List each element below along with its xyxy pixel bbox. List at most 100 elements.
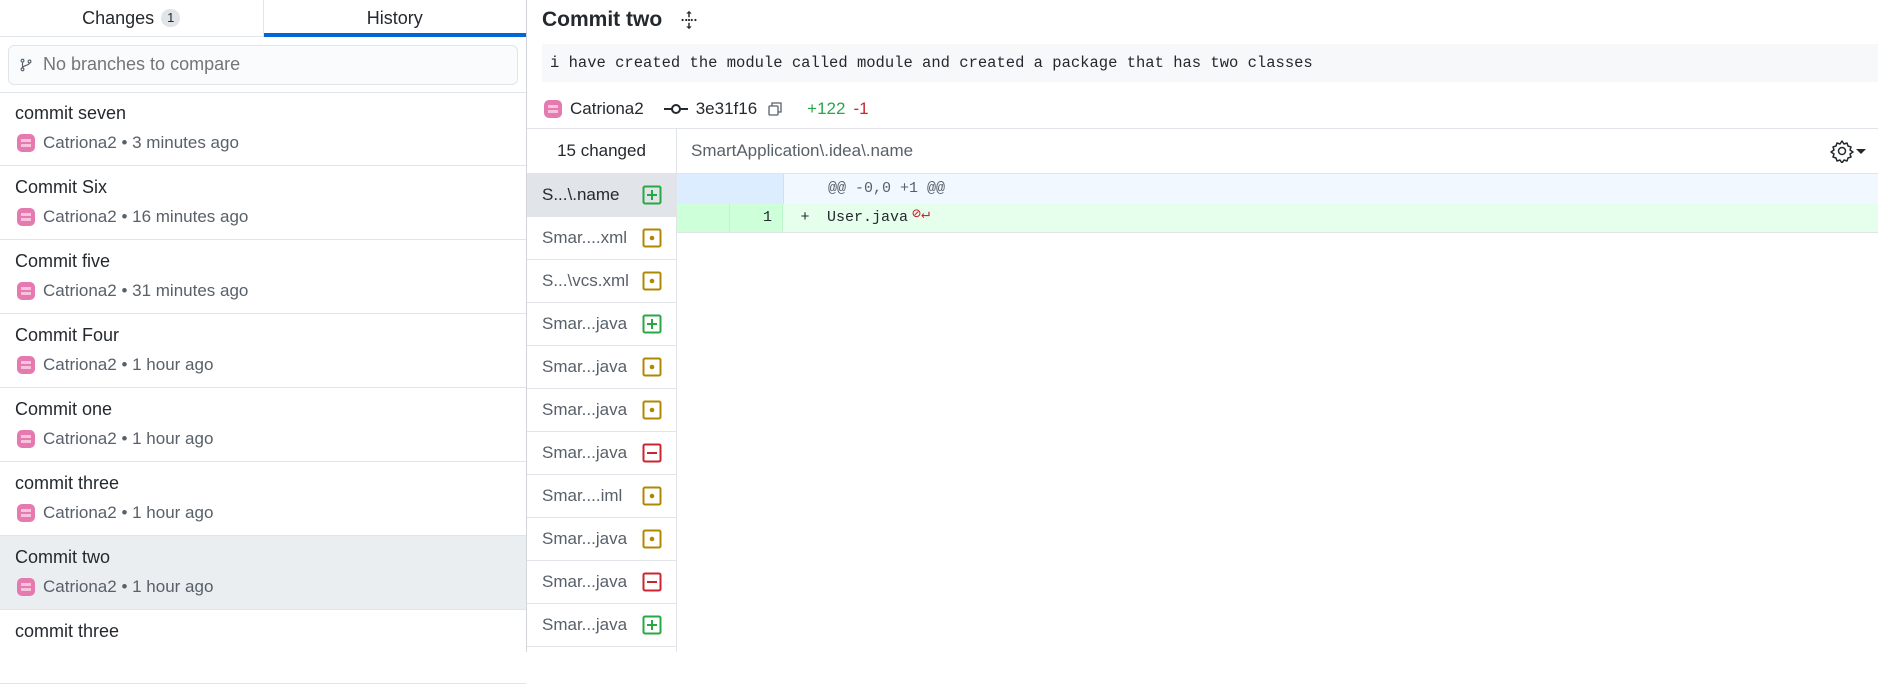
author-avatar: [17, 578, 35, 596]
file-deleted-icon: [642, 443, 662, 463]
changed-file-item[interactable]: Smar....xml: [527, 217, 676, 260]
author-avatar: [17, 208, 35, 226]
commit-list-item[interactable]: commit three Catriona2 • 1 hour ago: [0, 462, 526, 536]
expand-arrows-icon[interactable]: [678, 9, 700, 31]
deletions-count: -1: [853, 99, 869, 118]
commit-list-time: 1 hour ago: [132, 355, 214, 374]
separator-dot: •: [116, 281, 133, 300]
author-avatar: [17, 356, 35, 374]
commit-list-meta: Catriona2 • 1 hour ago: [15, 576, 511, 598]
commit-list-meta: Catriona2 • 1 hour ago: [15, 354, 511, 376]
tab-changes[interactable]: Changes 1: [0, 0, 264, 36]
changed-file-item[interactable]: Smar...java: [527, 432, 676, 475]
file-added-icon: [642, 185, 662, 205]
diff-hunk-header: @@ -0,0 +1 @@: [677, 174, 1878, 204]
diff-settings-button[interactable]: [1830, 139, 1868, 163]
separator-dot: •: [116, 133, 133, 152]
diff-line-prefix: +: [800, 209, 810, 226]
file-modified-icon: [642, 400, 662, 420]
changed-file-name: Smar...java: [542, 443, 628, 462]
commit-list-title: Commit Four: [15, 325, 120, 345]
commit-list-author: Catriona2: [43, 207, 117, 226]
commit-list-time: 16 minutes ago: [132, 207, 249, 226]
file-deleted-icon: [642, 572, 662, 592]
tab-history-label: History: [366, 7, 423, 28]
commit-list-author: Catriona2: [43, 281, 117, 300]
file-modified-icon: [642, 529, 662, 549]
file-modified-icon: [642, 357, 662, 377]
commit-list-item[interactable]: commit three: [0, 610, 526, 684]
commit-list-title: commit three: [15, 621, 120, 641]
changed-file-item[interactable]: S...\vcs.xml: [527, 260, 676, 303]
commit-list-author: Catriona2: [43, 577, 117, 596]
changed-file-item[interactable]: S...\.name: [527, 174, 676, 217]
separator-dot: •: [116, 207, 133, 226]
commit-list-meta: Catriona2 • 1 hour ago: [15, 502, 511, 524]
changed-file-name: Smar....xml: [542, 228, 628, 247]
diff-header: SmartApplication\.idea\.name: [677, 129, 1878, 174]
diff-view: SmartApplication\.idea\.name @@ -0,0 +1 …: [677, 129, 1878, 652]
separator-dot: •: [116, 355, 133, 374]
commit-list-item[interactable]: Commit five Catriona2 • 31 minutes ago: [0, 240, 526, 314]
commit-list-time: 1 hour ago: [132, 503, 214, 522]
commit-author: Catriona2: [570, 99, 644, 118]
copy-icon[interactable]: [767, 101, 783, 117]
author-avatar: [17, 504, 35, 522]
git-commit-icon: [663, 104, 688, 114]
old-line-number: [677, 204, 730, 232]
changed-file-name: S...\.name: [542, 185, 620, 204]
file-modified-icon: [642, 271, 662, 291]
separator-dot: •: [116, 503, 133, 522]
commit-list-time: 1 hour ago: [132, 577, 214, 596]
commit-list-title: commit three: [15, 473, 120, 493]
changed-file-item[interactable]: Smar...java: [527, 346, 676, 389]
changed-file-name: Smar...java: [542, 357, 628, 376]
commit-list-item[interactable]: Commit one Catriona2 • 1 hour ago: [0, 388, 526, 462]
diff-line-text: User.java: [827, 209, 909, 226]
changed-file-item[interactable]: Smar...java: [527, 604, 676, 647]
tab-history[interactable]: History: [263, 0, 527, 37]
changed-file-item[interactable]: Smar....iml: [527, 475, 676, 518]
diff-file-path: SmartApplication\.idea\.name: [691, 141, 914, 160]
commit-sha: 3e31f16: [695, 99, 758, 118]
changed-file-item[interactable]: Smar...java: [527, 561, 676, 604]
changed-file-name: S...\vcs.xml: [542, 271, 629, 290]
no-newline-icon: ⊘↵: [912, 206, 931, 223]
changed-files-count: 15 changed: [527, 129, 676, 174]
changed-file-item[interactable]: Smar...java: [527, 389, 676, 432]
file-modified-icon: [642, 228, 662, 248]
commit-list-item[interactable]: commit seven Catriona2 • 3 minutes ago: [0, 92, 526, 166]
commit-list-author: Catriona2: [43, 429, 117, 448]
commit-list-author: Catriona2: [43, 503, 117, 522]
author-avatar: [17, 134, 35, 152]
file-added-icon: [642, 314, 662, 334]
commit-list-item[interactable]: Commit Four Catriona2 • 1 hour ago: [0, 314, 526, 388]
commit-detail-pane: Commit two i have created the module cal…: [527, 0, 1878, 652]
commit-info-row: Catriona2 3e31f16 +122 -1: [542, 96, 869, 122]
changed-file-name: Smar...java: [542, 400, 628, 419]
commit-list-title: Commit five: [15, 251, 111, 271]
commit-list-time: 3 minutes ago: [132, 133, 239, 152]
file-rows: S...\.name Smar....xml S...\vcs.xml Smar...…: [527, 174, 676, 647]
compare-branch-input[interactable]: [41, 53, 465, 76]
file-added-icon: [642, 615, 662, 635]
compare-branch-field[interactable]: [8, 44, 518, 85]
commit-list-item[interactable]: Commit two Catriona2 • 1 hour ago: [0, 536, 526, 610]
commit-list-item[interactable]: Commit Six Catriona2 • 16 minutes ago: [0, 166, 526, 240]
history-sidebar: Changes 1 History commit seven Catriona2 …: [0, 0, 527, 684]
author-avatar: [544, 100, 562, 118]
commit-list-meta: Catriona2 • 3 minutes ago: [15, 132, 511, 154]
commit-list-meta: Catriona2 • 16 minutes ago: [15, 206, 511, 228]
changed-file-item[interactable]: Smar...java: [527, 303, 676, 346]
changed-file-item[interactable]: Smar...java: [527, 518, 676, 561]
commit-list-author: Catriona2: [43, 133, 117, 152]
commit-list-title: Commit Six: [15, 177, 108, 197]
diff-line-added[interactable]: 1 + User.java ⊘↵: [677, 204, 1878, 233]
author-avatar: [17, 430, 35, 448]
changed-file-name: Smar...java: [542, 314, 628, 333]
commit-title-row: Commit two: [542, 8, 700, 32]
changed-file-name: Smar....iml: [542, 486, 623, 505]
file-modified-icon: [642, 486, 662, 506]
commit-list: commit seven Catriona2 • 3 minutes ago Com…: [0, 92, 526, 684]
compare-bar: [0, 37, 526, 93]
